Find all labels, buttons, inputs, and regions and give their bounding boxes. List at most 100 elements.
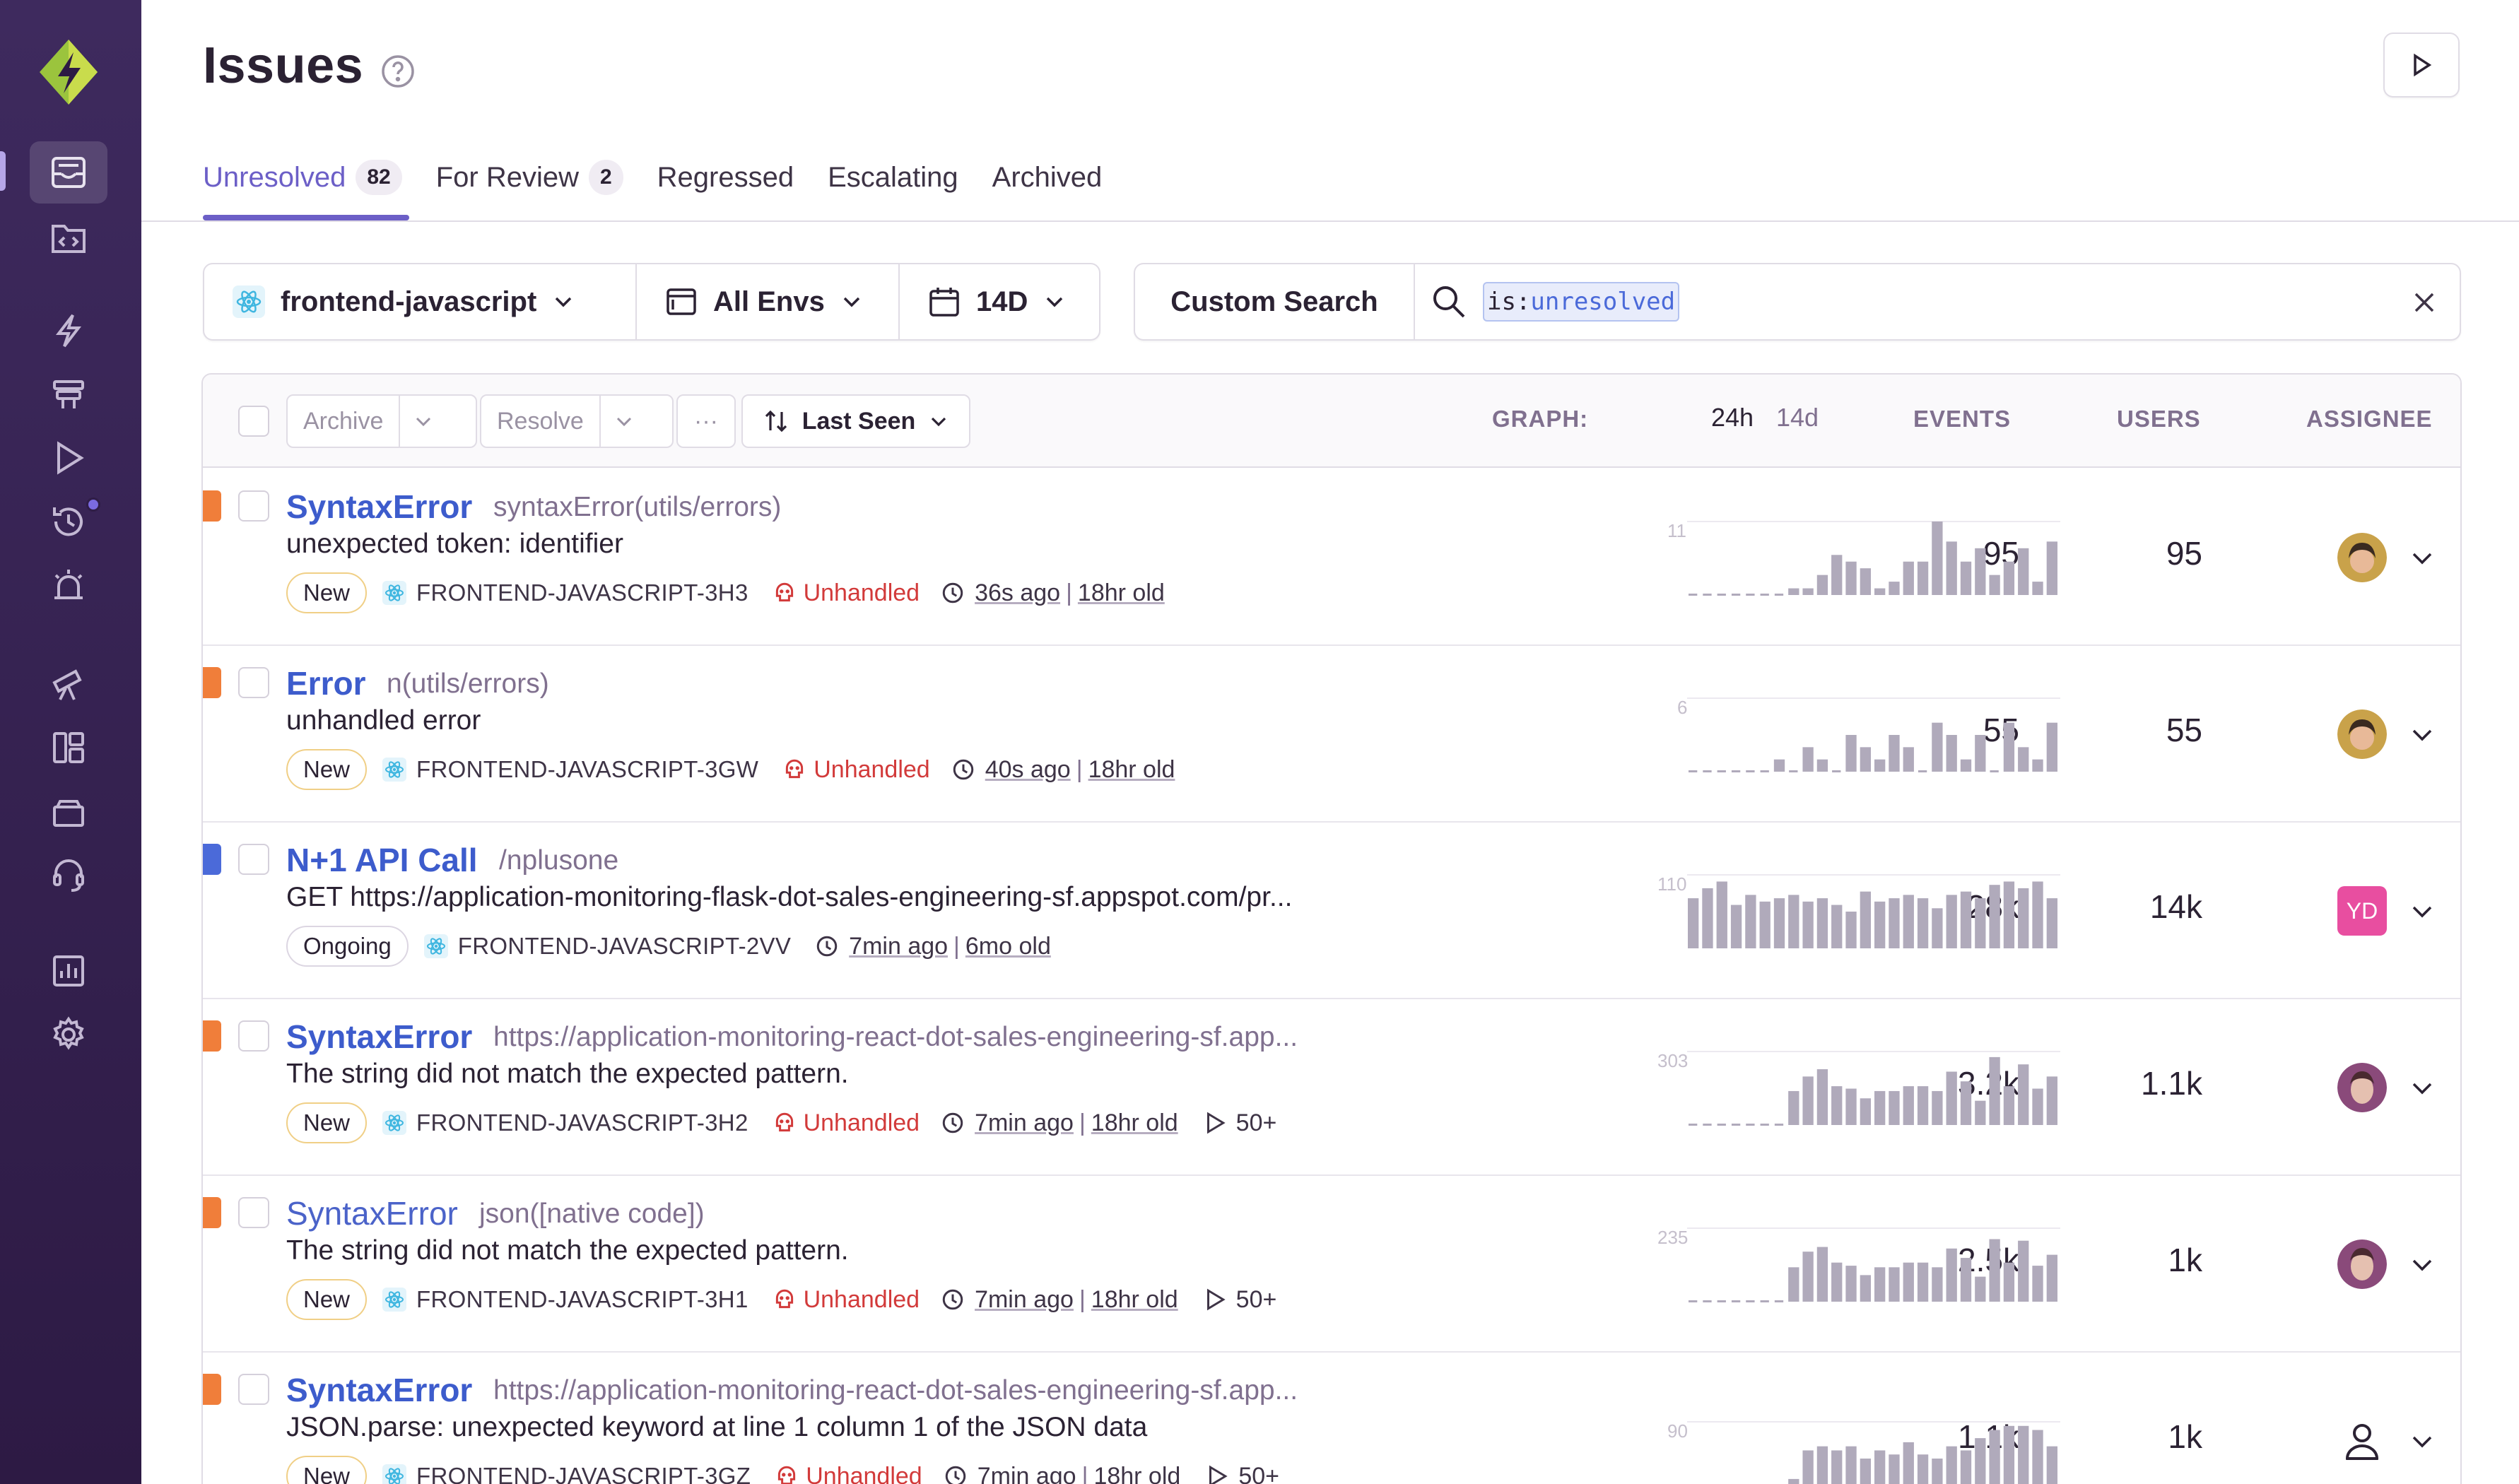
row-checkbox[interactable] (238, 1374, 269, 1405)
chevron-down-icon[interactable] (2407, 896, 2438, 927)
issue-title-link[interactable]: SyntaxError (286, 1018, 472, 1056)
issue-short-id[interactable]: FRONTEND-JAVASCRIPT-2VV (458, 933, 791, 960)
avatar[interactable] (2337, 533, 2387, 582)
last-seen[interactable]: 7min ago (975, 1109, 1074, 1137)
search-input[interactable]: is:unresolved (1415, 264, 2460, 339)
issue-short-id[interactable]: FRONTEND-JAVASCRIPT-3GZ (416, 1463, 751, 1484)
avatar[interactable] (2337, 1063, 2387, 1112)
sidebar-item-alerts[interactable] (30, 554, 107, 616)
first-seen-age[interactable]: 6mo old (965, 933, 1051, 960)
sparkline-bar (1802, 1450, 1814, 1484)
table-row[interactable]: SyntaxError json([native code]) The stri… (203, 1176, 2460, 1353)
issue-short-id[interactable]: FRONTEND-JAVASCRIPT-3H1 (416, 1286, 748, 1313)
chevron-down-icon[interactable] (2407, 1249, 2438, 1280)
row-checkbox[interactable] (238, 1197, 269, 1228)
avatar[interactable]: YD (2337, 886, 2387, 936)
first-seen-age[interactable]: 18hr old (1078, 579, 1165, 607)
sparkline-bar (1975, 1276, 1986, 1302)
user-icon[interactable] (2337, 1416, 2387, 1466)
row-checkbox[interactable] (238, 844, 269, 875)
issue-short-id[interactable]: FRONTEND-JAVASCRIPT-3H2 (416, 1109, 748, 1136)
search-token[interactable]: is:unresolved (1483, 282, 1680, 322)
sparkline-bar (1788, 895, 1799, 948)
date-range-selector[interactable]: 14D (900, 264, 1099, 339)
level-indicator (203, 667, 221, 698)
issue-short-id[interactable]: FRONTEND-JAVASCRIPT-3GW (416, 756, 758, 783)
issue-short-id[interactable]: FRONTEND-JAVASCRIPT-3H3 (416, 579, 748, 606)
period-14d-toggle[interactable]: 14d (1776, 403, 1819, 432)
archive-button[interactable]: Archive (286, 394, 477, 448)
clock-icon (816, 936, 838, 957)
sidebar-item-stats[interactable] (30, 940, 107, 1002)
chevron-down-icon[interactable] (2407, 1073, 2438, 1104)
issue-title-link[interactable]: N+1 API Call (286, 841, 478, 879)
help-icon[interactable] (380, 54, 416, 89)
table-row[interactable]: Error n(utils/errors) unhandled error Ne… (203, 646, 2460, 823)
environment-selector[interactable]: All Envs (637, 264, 900, 339)
tab-regressed[interactable]: Regressed (657, 155, 794, 199)
table-row[interactable]: N+1 API Call /nplusone GET https://appli… (203, 823, 2460, 999)
chevron-down-icon[interactable] (2407, 543, 2438, 574)
sparkline-bar (1960, 1258, 1972, 1302)
sidebar-item-profiling[interactable] (30, 363, 107, 425)
clock-icon (942, 1289, 963, 1310)
first-seen-age[interactable]: 18hr old (1093, 1463, 1180, 1484)
page-filters: frontend-javascript All Envs 14D (203, 263, 1100, 341)
issue-title-link[interactable]: SyntaxError (286, 488, 472, 526)
issue-location: syntaxError(utils/errors) (493, 492, 782, 522)
tab-unresolved[interactable]: Unresolved 82 (203, 155, 402, 199)
custom-search-button[interactable]: Custom Search (1135, 264, 1415, 339)
sidebar-item-releases-box[interactable] (30, 780, 107, 842)
avatar[interactable] (2337, 1239, 2387, 1289)
resolve-button[interactable]: Resolve (480, 394, 674, 448)
select-all-checkbox[interactable] (238, 406, 269, 437)
status-badge: Ongoing (286, 926, 409, 967)
tab-for-review[interactable]: For Review 2 (436, 155, 623, 199)
sidebar-item-discover[interactable] (30, 653, 107, 715)
first-seen-age[interactable]: 18hr old (1091, 1109, 1178, 1137)
sidebar-item-user-feedback[interactable] (30, 844, 107, 906)
first-seen-age[interactable]: 18hr old (1088, 756, 1175, 784)
close-icon[interactable] (2407, 285, 2441, 319)
last-seen[interactable]: 7min ago (849, 933, 948, 960)
sparkline-bar (2046, 541, 2057, 595)
last-seen[interactable]: 36s ago (975, 579, 1060, 607)
row-checkbox[interactable] (238, 1020, 269, 1052)
chevron-down-icon[interactable] (2407, 1426, 2438, 1457)
table-row[interactable]: SyntaxError https://application-monitori… (203, 1353, 2460, 1484)
replay-count[interactable]: 50+ (1202, 1286, 1276, 1314)
more-actions-button[interactable]: ··· (676, 394, 736, 448)
period-24h-toggle[interactable]: 24h (1711, 403, 1754, 432)
row-checkbox[interactable] (238, 490, 269, 522)
row-checkbox[interactable] (238, 667, 269, 698)
archive-dropdown[interactable] (400, 411, 447, 432)
table-row[interactable]: SyntaxError syntaxError(utils/errors) un… (203, 469, 2460, 646)
table-row[interactable]: SyntaxError https://application-monitori… (203, 999, 2460, 1176)
sidebar-item-performance[interactable] (30, 300, 107, 362)
replay-button[interactable] (2383, 33, 2460, 98)
last-seen[interactable]: 7min ago (977, 1463, 1076, 1484)
issue-title-link[interactable]: SyntaxError (286, 1194, 458, 1232)
sidebar-item-settings[interactable] (30, 1003, 107, 1066)
sidebar-item-replays[interactable] (30, 427, 107, 489)
tab-escalating[interactable]: Escalating (828, 155, 958, 199)
chevron-down-icon[interactable] (2407, 719, 2438, 750)
first-seen-age[interactable]: 18hr old (1091, 1286, 1178, 1314)
issue-tabs: Unresolved 82 For Review 2 Regressed Esc… (203, 155, 1136, 222)
replay-count[interactable]: 50+ (1204, 1463, 1279, 1484)
sparkline-bar (1688, 898, 1699, 948)
replay-count[interactable]: 50+ (1202, 1109, 1276, 1137)
issue-title-link[interactable]: Error (286, 664, 365, 702)
project-selector[interactable]: frontend-javascript (204, 264, 637, 339)
sort-button[interactable]: Last Seen (741, 394, 970, 448)
sidebar-item-dashboards[interactable] (30, 717, 107, 779)
last-seen[interactable]: 40s ago (985, 756, 1071, 784)
last-seen[interactable]: 7min ago (975, 1286, 1074, 1314)
avatar[interactable] (2337, 709, 2387, 759)
sidebar-item-issues[interactable] (30, 141, 107, 204)
sentry-logo[interactable] (37, 37, 100, 107)
issue-title-link[interactable]: SyntaxError (286, 1371, 472, 1409)
sidebar-item-projects[interactable] (30, 206, 107, 269)
tab-archived[interactable]: Archived (992, 155, 1103, 199)
resolve-dropdown[interactable] (601, 411, 647, 432)
